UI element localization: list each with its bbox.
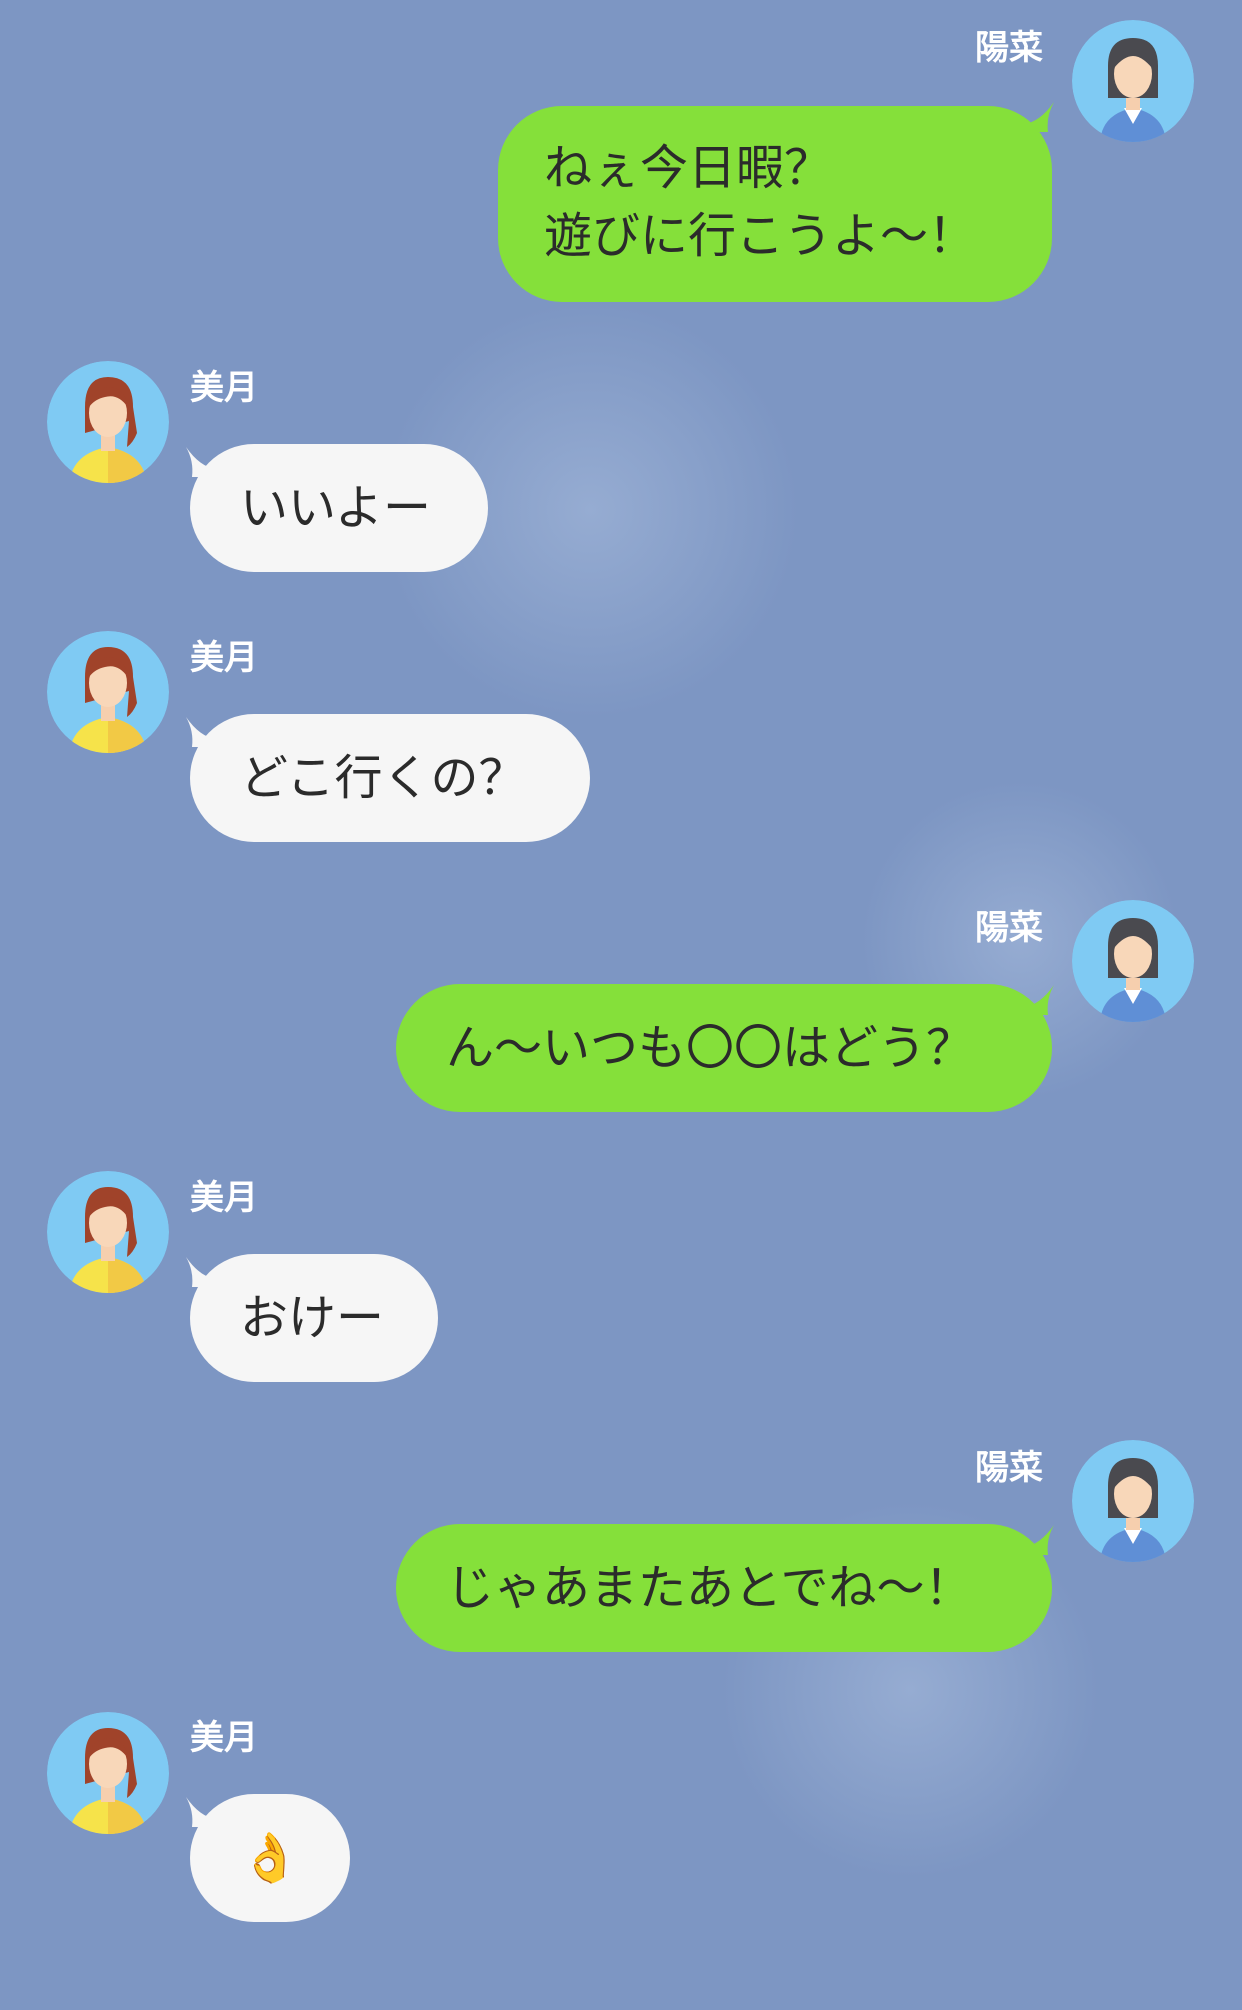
woman-brown-ponytail-avatar-icon[interactable]	[47, 631, 169, 753]
message-bubble[interactable]: じゃあまたあとでね〜！	[396, 1524, 1052, 1652]
message-bubble[interactable]: ん〜いつも〇〇はどう？	[396, 984, 1052, 1112]
sender-name: 美月	[190, 1718, 258, 1758]
woman-brown-ponytail-avatar-icon[interactable]	[47, 1712, 169, 1834]
sender-name: 美月	[190, 1178, 258, 1218]
woman-dark-hair-avatar-icon[interactable]	[1072, 20, 1194, 142]
woman-brown-ponytail-avatar-icon[interactable]	[47, 1171, 169, 1293]
sender-name: 美月	[190, 638, 258, 678]
woman-dark-hair-avatar-icon[interactable]	[1072, 900, 1194, 1022]
sender-name: 陽菜	[975, 28, 1043, 68]
message-bubble[interactable]: いいよー	[190, 444, 488, 572]
sender-name: 美月	[190, 368, 258, 408]
message-bubble[interactable]: どこ行くの？	[190, 714, 590, 842]
message-bubble[interactable]: ねぇ今日暇？ 遊びに行こうよ〜！	[498, 106, 1052, 302]
woman-dark-hair-avatar-icon[interactable]	[1072, 1440, 1194, 1562]
sender-name: 陽菜	[975, 1448, 1043, 1488]
sender-name: 陽菜	[975, 908, 1043, 948]
message-bubble[interactable]: おけー	[190, 1254, 438, 1382]
woman-brown-ponytail-avatar-icon[interactable]	[47, 361, 169, 483]
ok-hand-emoji-icon[interactable]: 👌	[190, 1794, 350, 1922]
